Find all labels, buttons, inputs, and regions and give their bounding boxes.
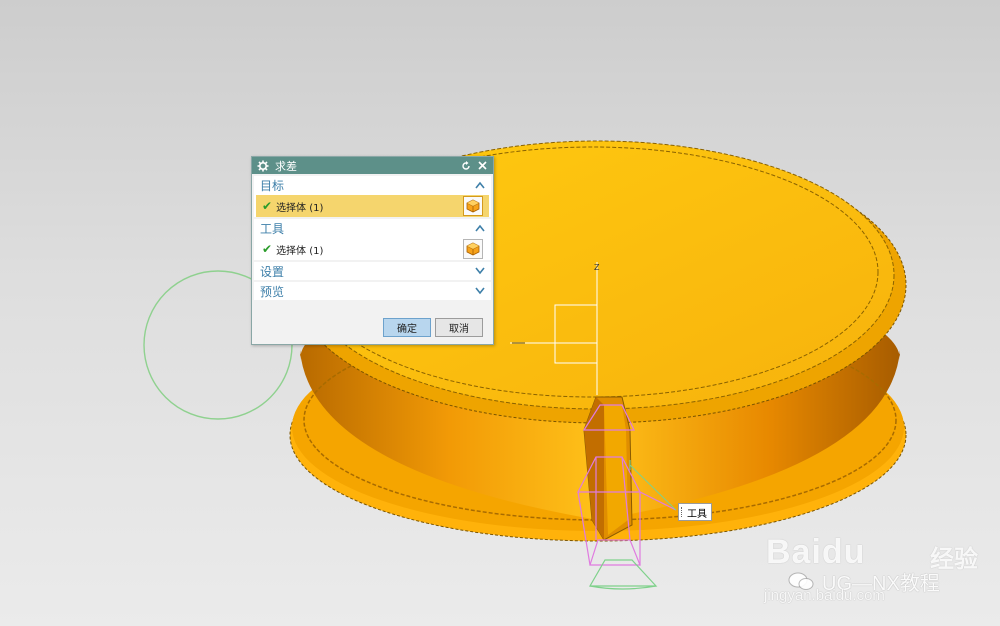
target-select-body-label: 选择体 (1) <box>276 202 324 214</box>
preview-group: 预览 <box>254 282 491 300</box>
settings-group: 设置 <box>254 262 491 280</box>
reset-icon[interactable] <box>460 160 472 172</box>
target-select-body-row[interactable]: ✔ 选择体 (1) <box>256 195 489 217</box>
tool-group-label: 工具 <box>260 221 285 236</box>
ok-button[interactable]: 确定 <box>383 317 431 337</box>
cube-icon[interactable] <box>463 239 483 259</box>
check-icon: ✔ <box>262 199 273 213</box>
gear-icon <box>257 160 269 171</box>
tool-annotation-tag: 工具 <box>678 503 712 521</box>
preview-group-label: 预览 <box>260 284 285 299</box>
chevron-up-icon <box>475 181 485 189</box>
cancel-button[interactable]: 取消 <box>435 317 483 337</box>
cube-icon[interactable] <box>463 196 483 216</box>
baidu-jingyan-watermark: Baidu 经验 UG—NX教程 jingyan.baidu.com <box>760 515 990 615</box>
target-group: 目标 ✔ 选择体 (1) <box>254 176 491 217</box>
tool-select-body-label: 选择体 (1) <box>276 245 324 257</box>
dialog-titlebar[interactable]: 求差 <box>252 157 493 174</box>
target-group-label: 目标 <box>260 178 285 193</box>
target-group-header[interactable]: 目标 <box>254 176 491 194</box>
chevron-down-icon <box>475 267 485 275</box>
tool-group: 工具 ✔ 选择体 (1) <box>254 219 491 260</box>
tool-select-body-row[interactable]: ✔ 选择体 (1) <box>256 238 489 260</box>
tool-group-header[interactable]: 工具 <box>254 219 491 237</box>
settings-group-label: 设置 <box>260 264 285 279</box>
watermark-url: jingyan.baidu.com <box>764 587 885 604</box>
axis-z-label: Z <box>594 263 600 272</box>
dialog-footer: 确定 取消 <box>252 310 493 344</box>
chevron-up-icon <box>475 224 485 232</box>
chevron-down-icon <box>475 287 485 295</box>
subtract-dialog: 求差 目标 ✔ 选择体 (1) 工具 ✔ 选择体 (1) 设置 预览 确定 取消 <box>251 156 494 345</box>
check-icon: ✔ <box>262 242 273 256</box>
preview-group-header[interactable]: 预览 <box>254 282 491 300</box>
tool-annotation-label: 工具 <box>687 508 707 520</box>
settings-group-header[interactable]: 设置 <box>254 262 491 280</box>
dialog-title: 求差 <box>275 159 297 173</box>
close-icon[interactable] <box>476 160 488 172</box>
